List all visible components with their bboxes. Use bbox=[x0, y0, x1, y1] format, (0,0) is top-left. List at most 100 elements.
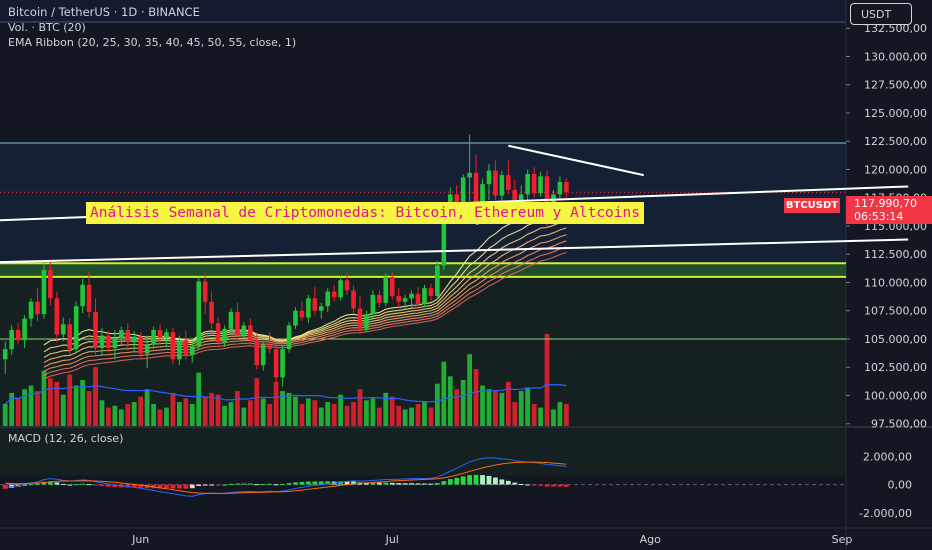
candle-body bbox=[473, 172, 479, 206]
macd-histogram-bar bbox=[215, 484, 221, 486]
time-tick-label: Jun bbox=[131, 533, 149, 546]
macd-histogram-bar bbox=[460, 476, 466, 485]
volume-bar bbox=[370, 398, 376, 426]
macd-histogram-bar bbox=[383, 482, 389, 485]
volume-bar bbox=[460, 380, 466, 426]
volume-bar bbox=[99, 400, 105, 426]
candle-body bbox=[144, 344, 150, 354]
currency-selector[interactable]: USDT bbox=[850, 3, 912, 25]
volume-bar bbox=[557, 402, 563, 426]
candle-body bbox=[9, 329, 14, 350]
volume-bar bbox=[305, 398, 311, 426]
bar-countdown: 06:53:14 bbox=[854, 210, 904, 223]
candle-body bbox=[235, 311, 240, 336]
price-tick-label: 100.000,00 bbox=[864, 389, 927, 402]
volume-bar bbox=[454, 389, 460, 426]
macd-histogram-bar bbox=[531, 484, 537, 486]
candle-body bbox=[364, 314, 369, 329]
candle-body bbox=[564, 181, 569, 193]
volume-bar bbox=[189, 403, 195, 426]
volume-bar bbox=[402, 409, 408, 426]
volume-bar bbox=[106, 407, 111, 426]
candle-body bbox=[254, 340, 260, 365]
candle-body bbox=[177, 340, 182, 360]
volume-bar bbox=[144, 389, 150, 426]
volume-bar bbox=[138, 396, 144, 426]
candle-body bbox=[370, 294, 376, 315]
candle-body bbox=[164, 332, 169, 338]
candle-body bbox=[22, 318, 27, 341]
candle-body bbox=[409, 293, 414, 299]
time-tick-label: Ago bbox=[640, 533, 662, 546]
last-price-value: 117.990,70 bbox=[854, 197, 917, 210]
candle-body bbox=[325, 291, 331, 307]
macd-histogram-bar bbox=[247, 483, 253, 485]
macd-histogram-bar bbox=[312, 481, 318, 485]
candle-body bbox=[215, 323, 221, 343]
candle-body bbox=[506, 175, 511, 190]
macd-histogram-bar bbox=[196, 484, 202, 486]
volume-bar bbox=[112, 405, 118, 426]
macd-histogram-bar bbox=[493, 477, 498, 485]
macd-histogram-bar bbox=[518, 484, 524, 486]
volume-bar bbox=[28, 385, 34, 426]
volume-bar bbox=[247, 400, 253, 426]
candle-body bbox=[86, 284, 92, 312]
macd-histogram-bar bbox=[486, 475, 492, 485]
volume-bar bbox=[286, 392, 292, 426]
candle-body bbox=[415, 293, 421, 304]
last-price-tag: 117.990,70 06:53:14 bbox=[846, 196, 932, 224]
candle-body bbox=[389, 276, 395, 297]
volume-bar bbox=[364, 400, 369, 426]
volume-bar bbox=[254, 378, 260, 426]
candle-body bbox=[151, 329, 156, 345]
volume-bar bbox=[196, 372, 202, 426]
macd-histogram-bar bbox=[293, 482, 298, 485]
macd-histogram-bar bbox=[402, 483, 408, 485]
volume-bar bbox=[60, 394, 66, 426]
candle-body bbox=[241, 325, 247, 336]
macd-histogram-bar bbox=[176, 484, 182, 489]
volume-bar bbox=[467, 354, 473, 426]
candle-body bbox=[99, 335, 105, 349]
macd-histogram-bar bbox=[35, 483, 40, 485]
candle-body bbox=[183, 340, 189, 355]
macd-histogram-bar bbox=[241, 483, 247, 485]
volume-bar bbox=[396, 405, 402, 426]
candle-body bbox=[54, 298, 60, 335]
volume-bar bbox=[389, 396, 395, 426]
macd-histogram-bar bbox=[267, 483, 273, 485]
candle-body bbox=[357, 308, 363, 329]
price-tick-label: 105.000,00 bbox=[864, 333, 927, 346]
candle-body bbox=[460, 177, 466, 203]
volume-bar bbox=[409, 407, 414, 426]
price-tick-label: 125.000,00 bbox=[864, 107, 927, 120]
chart-stage[interactable]: 132.500,00 130.000,00 127.500,00 125.000,00… bbox=[0, 0, 932, 550]
volume-bar bbox=[183, 398, 189, 426]
candle-body bbox=[293, 310, 298, 326]
time-tick-label: Jul bbox=[385, 533, 399, 546]
volume-bar bbox=[222, 405, 227, 426]
volume-bar bbox=[422, 402, 427, 426]
volume-bar bbox=[325, 402, 331, 426]
macd-histogram-bar bbox=[60, 483, 66, 485]
volume-bar bbox=[563, 403, 569, 426]
price-chart[interactable]: 132.500,00130.000,00127.500,00125.000,00… bbox=[0, 0, 932, 550]
volume-bar bbox=[293, 396, 298, 426]
macd-histogram-bar bbox=[189, 484, 195, 489]
candle-body bbox=[557, 181, 563, 195]
volume-bar bbox=[299, 403, 305, 426]
volume-legend: Vol. · BTC (20) bbox=[8, 21, 86, 34]
macd-histogram-bar bbox=[454, 477, 460, 485]
volume-bar bbox=[357, 389, 363, 426]
candle-body bbox=[93, 311, 98, 349]
macd-histogram-bar bbox=[409, 483, 414, 485]
candle-body bbox=[499, 175, 505, 196]
macd-histogram-bar bbox=[563, 484, 569, 487]
macd-histogram-bar bbox=[106, 484, 111, 487]
candle-body bbox=[131, 336, 137, 343]
volume-bar bbox=[73, 385, 79, 426]
candle-body bbox=[351, 290, 356, 309]
volume-bar bbox=[538, 407, 543, 426]
volume-bar bbox=[93, 367, 98, 426]
